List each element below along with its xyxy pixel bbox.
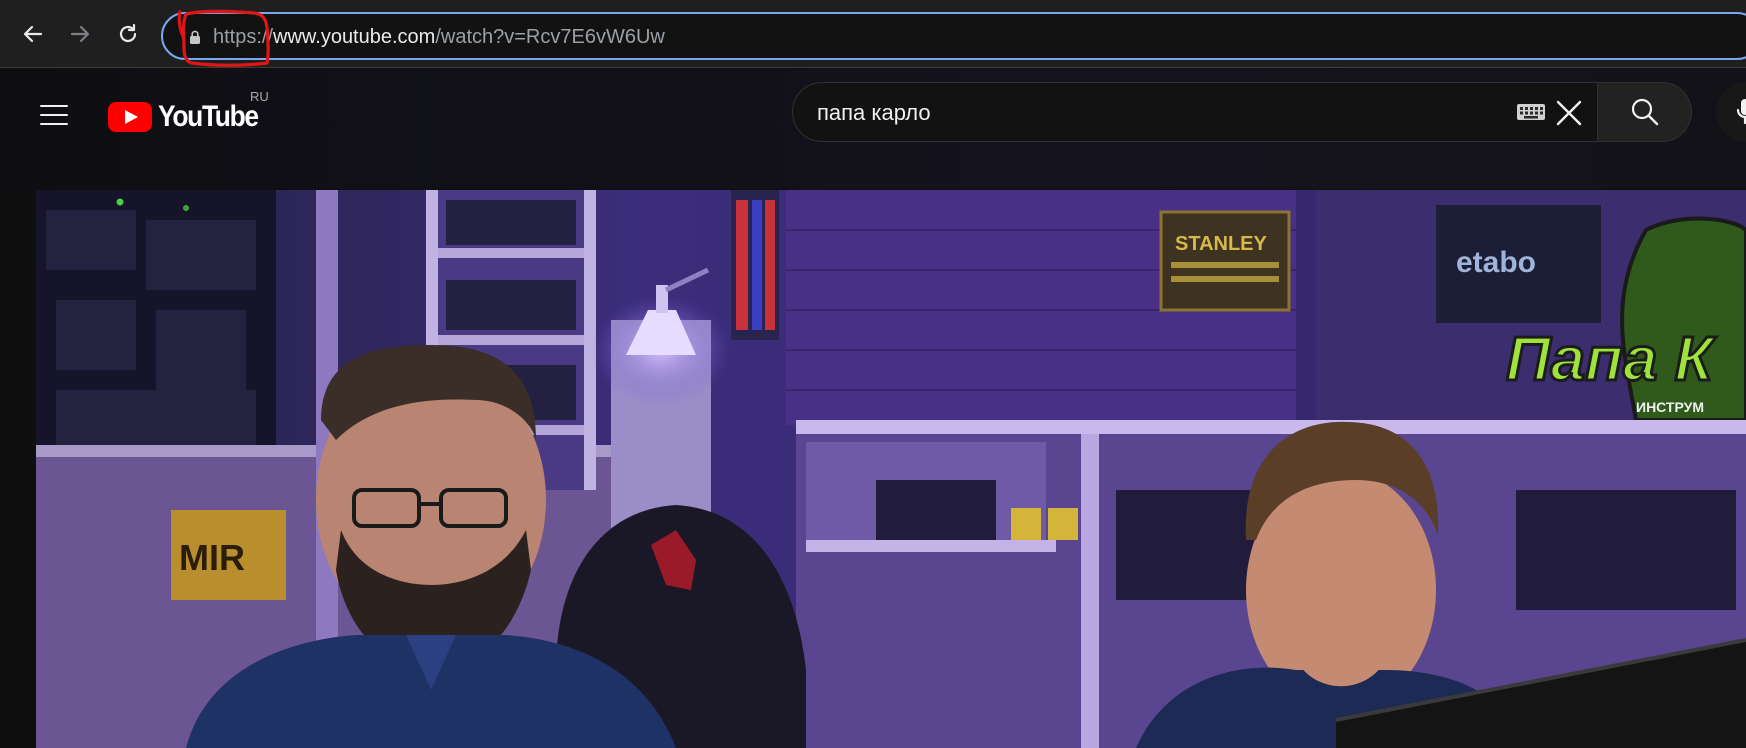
voice-search-button[interactable] — [1716, 82, 1746, 142]
search-box[interactable] — [792, 82, 1598, 142]
back-button[interactable] — [17, 18, 49, 50]
arrow-right-icon — [70, 25, 90, 43]
youtube-play-icon — [108, 102, 152, 132]
url-scheme: https:// — [213, 26, 274, 48]
video-player[interactable]: MIR STANLEY etabo Папа К ИНСТРУМ — [36, 190, 1746, 748]
search-input[interactable] — [817, 98, 1417, 128]
mir-sign-text: MIR — [179, 537, 245, 578]
arrow-left-icon — [23, 25, 43, 43]
lock-icon[interactable] — [189, 30, 201, 44]
menu-icon-bar — [40, 123, 68, 125]
search-icon — [1631, 98, 1658, 126]
search-button[interactable] — [1598, 82, 1692, 142]
microphone-icon — [1736, 99, 1746, 125]
address-bar[interactable]: https://www.youtube.com/watch?v=Rcv7E6vW… — [161, 12, 1746, 60]
region-label: RU — [250, 89, 269, 104]
forward-button[interactable] — [64, 18, 96, 50]
metabo-sign-text: etabo — [1456, 246, 1536, 279]
youtube-wordmark: YouTube — [158, 100, 259, 133]
channel-logo-subtext: ИНСТРУМ — [1636, 399, 1704, 415]
url-text[interactable]: https://www.youtube.com/watch?v=Rcv7E6vW… — [213, 25, 665, 49]
keyboard-icon[interactable] — [1516, 103, 1546, 121]
youtube-logo[interactable]: YouTube — [108, 97, 271, 137]
youtube-masthead: YouTube RU — [0, 69, 1746, 189]
channel-logo-text: Папа К — [1506, 325, 1717, 394]
guide-menu-button[interactable] — [36, 97, 72, 133]
menu-icon-bar — [40, 105, 68, 107]
clear-search-icon[interactable] — [1553, 97, 1585, 129]
url-host: www.youtube.com — [273, 26, 436, 48]
url-path: /watch?v=Rcv7E6vW6Uw — [435, 26, 665, 48]
menu-icon-bar — [40, 114, 68, 116]
browser-toolbar: https://www.youtube.com/watch?v=Rcv7E6vW… — [0, 0, 1746, 68]
reload-button[interactable] — [112, 18, 144, 50]
stanley-sign-text: STANLEY — [1175, 233, 1268, 255]
video-frame: MIR STANLEY etabo Папа К ИНСТРУМ — [36, 190, 1746, 748]
reload-icon — [119, 23, 137, 43]
